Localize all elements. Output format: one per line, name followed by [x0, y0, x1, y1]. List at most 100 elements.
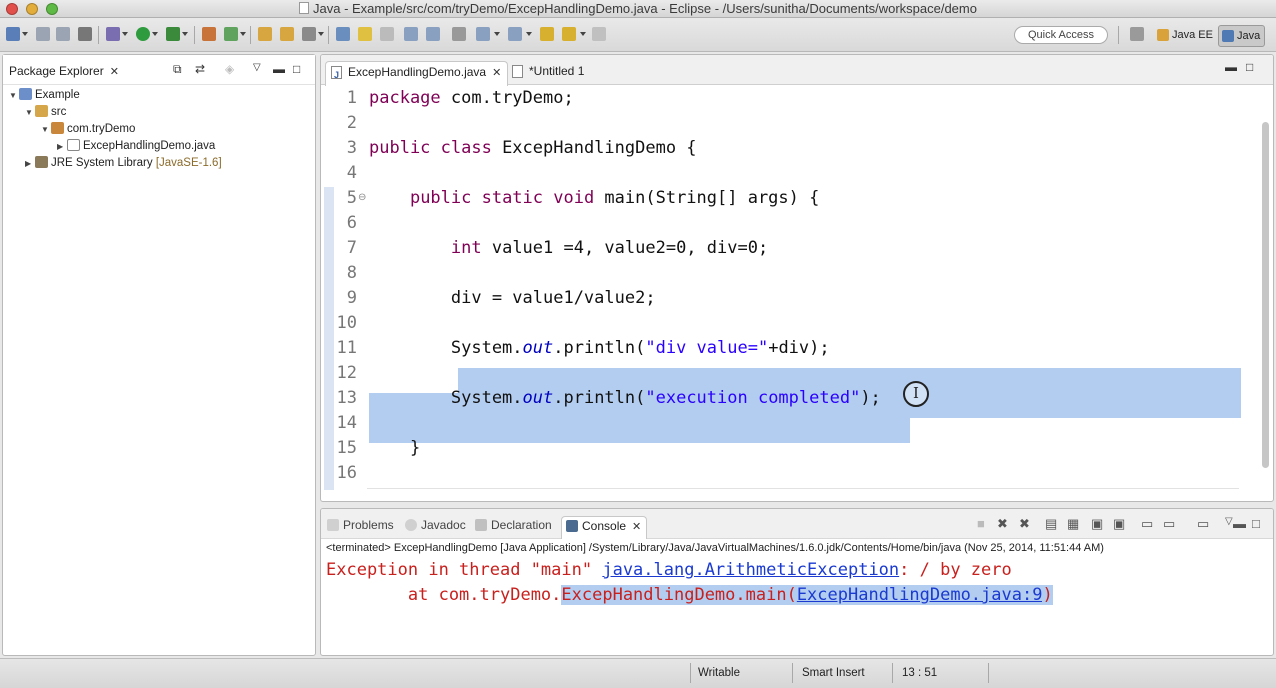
last-edit-location-icon[interactable] [540, 27, 554, 41]
pin-console-icon[interactable]: ▭ [1141, 516, 1153, 532]
expand-toggle-icon[interactable]: ▼ [9, 87, 19, 104]
open-console-icon[interactable]: ▭ [1197, 516, 1209, 532]
view-menu-icon[interactable]: ▽ [253, 62, 261, 73]
new-dropdown-arrow[interactable] [22, 32, 28, 36]
editor-vertical-scrollbar[interactable] [1262, 122, 1269, 468]
debug-dropdown-arrow[interactable] [122, 32, 128, 36]
terminated-status: <terminated> ExcepHandlingDemo [Java App… [326, 542, 1104, 554]
editor-horizontal-scrollbar[interactable] [367, 488, 1239, 496]
remove-launch-icon[interactable]: ✖ [997, 516, 1008, 532]
stack-trace-link[interactable]: ExcepHandlingDemo.java:9 [796, 585, 1043, 605]
tab-excephandlingdemo[interactable]: ExcepHandlingDemo.java ✕ [325, 61, 509, 86]
search-icon[interactable] [302, 27, 316, 41]
display-console-icon[interactable]: ▭ [1163, 516, 1175, 532]
save-all-icon[interactable] [56, 27, 70, 41]
maximize-view-icon[interactable]: □ [1252, 516, 1260, 531]
perspective-java-ee[interactable]: Java EE [1154, 25, 1217, 47]
clear-console-icon[interactable]: ▤ [1045, 516, 1057, 532]
code-area[interactable]: 1 package com.tryDemo; 2 3 public class Ex… [321, 86, 1273, 496]
close-icon[interactable]: ✕ [632, 521, 641, 533]
open-perspective-icon[interactable] [1130, 27, 1144, 41]
collapse-toggle-icon[interactable]: ▶ [57, 138, 67, 155]
tree-item-package[interactable]: ▼ com.tryDemo [41, 121, 135, 138]
perspective-java[interactable]: Java [1218, 25, 1266, 47]
minimize-editor-icon[interactable]: ▬ [1225, 60, 1237, 74]
focus-task-icon[interactable]: ◈ [225, 62, 234, 76]
tab-label: Declaration [491, 518, 552, 532]
debug-icon[interactable] [106, 27, 120, 41]
run-dropdown-arrow[interactable] [152, 32, 158, 36]
tree-item-java-file[interactable]: ▶ ExcepHandlingDemo.java [57, 138, 215, 155]
print-icon[interactable] [78, 27, 92, 41]
tab-javadoc[interactable]: Javadoc [401, 516, 471, 539]
back-dropdown-arrow[interactable] [580, 32, 586, 36]
editor-tab-label: *Untitled 1 [529, 64, 585, 78]
block-selection-icon[interactable] [380, 27, 394, 41]
minimize-view-icon[interactable]: ▬ [1233, 516, 1246, 531]
tab-console[interactable]: Console ✕ [561, 516, 648, 539]
line-number: 11 [336, 338, 357, 358]
code-line: 13 System.out.println("execution complet… [321, 386, 1273, 411]
save-icon[interactable] [36, 27, 50, 41]
show-on-stderr-icon[interactable]: ▣ [1113, 516, 1125, 532]
scroll-lock-icon[interactable]: ▦ [1067, 516, 1079, 532]
tree-item-example[interactable]: ▼ Example [9, 87, 80, 104]
external-tools-icon[interactable] [166, 27, 180, 41]
close-icon[interactable]: ✕ [110, 66, 119, 78]
tree-item-jre-library[interactable]: ▶ JRE System Library [JavaSE-1.6] [25, 155, 222, 172]
maximize-editor-icon[interactable]: □ [1246, 60, 1253, 74]
exception-link[interactable]: java.lang.ArithmeticException [602, 560, 899, 580]
search-dropdown-arrow[interactable] [318, 32, 324, 36]
run-icon[interactable] [136, 27, 150, 41]
bottom-tab-bar: Problems Javadoc Declaration Console ✕ ■ … [321, 509, 1273, 539]
toggle-breadcrumb-icon[interactable] [336, 27, 350, 41]
new-java-project-icon[interactable] [202, 27, 216, 41]
new-class-dropdown-arrow[interactable] [240, 32, 246, 36]
mark-occurrences-icon[interactable] [358, 27, 372, 41]
tab-problems[interactable]: Problems [323, 516, 399, 539]
status-separator [690, 663, 691, 683]
line-number: 3 [346, 138, 357, 158]
quick-access-input[interactable]: Quick Access [1014, 26, 1108, 44]
external-tools-dropdown-arrow[interactable] [182, 32, 188, 36]
expand-toggle-icon[interactable]: ▼ [25, 104, 35, 121]
tab-untitled[interactable]: *Untitled 1 [507, 61, 590, 86]
java-editor: ExcepHandlingDemo.java✕ *Untitled 1 ▬ □ … [320, 54, 1274, 502]
package-explorer-tab[interactable]: Package Explorer ✕ [3, 61, 125, 85]
tree-item-src[interactable]: ▼ src [25, 104, 66, 121]
tree-item-label: Example [35, 89, 80, 101]
collapse-toggle-icon[interactable]: ▶ [25, 155, 35, 172]
expand-toggle-icon[interactable]: ▼ [41, 121, 51, 138]
maximize-view-icon[interactable]: □ [293, 62, 300, 76]
link-with-editor-icon[interactable]: ⇄ [195, 62, 205, 76]
project-icon [19, 88, 32, 100]
toolbar-separator [194, 26, 195, 44]
collapse-all-icon[interactable]: ⧉ [173, 62, 182, 77]
tab-declaration[interactable]: Declaration [471, 516, 557, 539]
fold-collapse-icon[interactable]: ⊖ [358, 192, 366, 203]
back-icon[interactable] [562, 27, 576, 41]
open-type-icon[interactable] [258, 27, 272, 41]
status-bar: Writable Smart Insert 13 : 51 [0, 658, 1276, 688]
perspective-java-ee-label: Java EE [1172, 29, 1213, 41]
new-java-package-icon[interactable] [224, 27, 238, 41]
line-number: 1 [346, 88, 357, 108]
code-line: 2 [321, 111, 1273, 136]
view-menu-icon[interactable]: ▽ [1225, 516, 1233, 527]
previous-annotation-icon[interactable] [508, 27, 522, 41]
next-annotation-dropdown-arrow[interactable] [494, 32, 500, 36]
minimize-view-icon[interactable]: ▬ [273, 62, 285, 76]
terminate-icon[interactable]: ■ [977, 516, 985, 531]
code-text: int value1 =4, value2=0, div=0; [450, 238, 769, 258]
remove-all-terminated-icon[interactable]: ✖ [1019, 516, 1030, 532]
previous-annotation-dropdown-arrow[interactable] [526, 32, 532, 36]
next-annotation-icon[interactable] [476, 27, 490, 41]
close-icon[interactable]: ✕ [492, 67, 501, 79]
skip-breakpoints-icon[interactable] [452, 27, 466, 41]
show-paragraph-icon[interactable] [426, 27, 440, 41]
show-whitespace-icon[interactable] [404, 27, 418, 41]
show-on-stdout-icon[interactable]: ▣ [1091, 516, 1103, 532]
new-icon[interactable] [6, 27, 20, 41]
open-task-icon[interactable] [280, 27, 294, 41]
forward-icon[interactable] [592, 27, 606, 41]
